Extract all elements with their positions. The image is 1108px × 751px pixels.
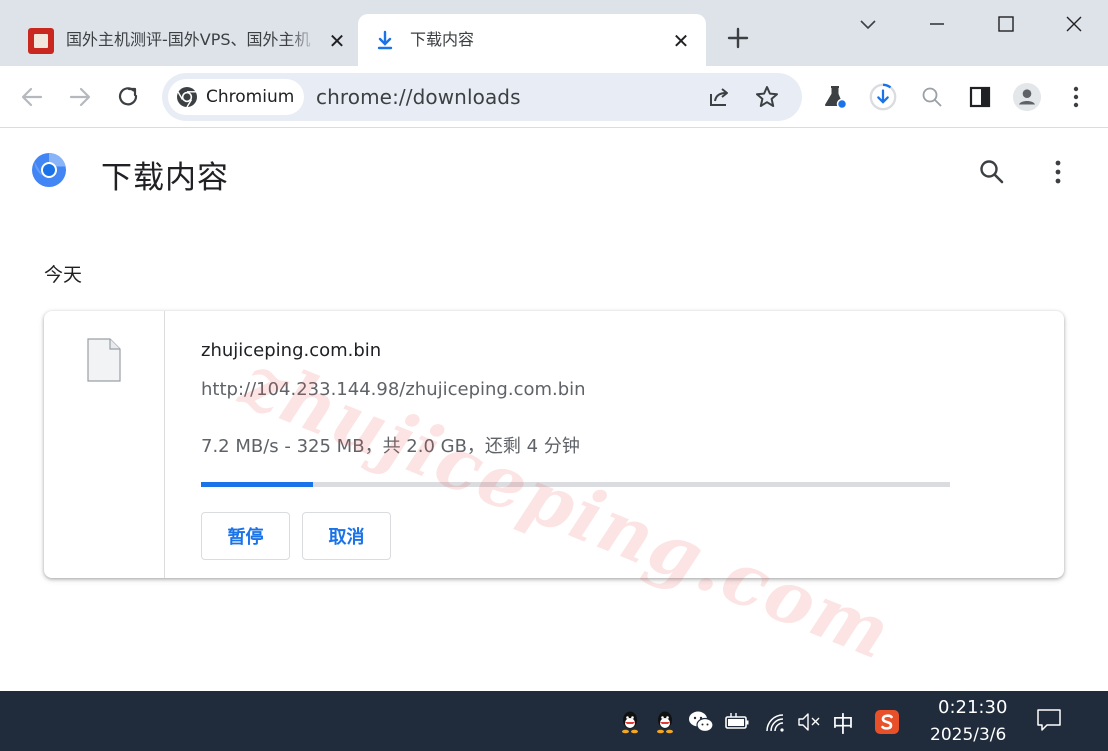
download-icon — [372, 28, 398, 54]
tab-title: 国外主机测评-国外VPS、国外主机 — [66, 30, 311, 49]
file-source-url[interactable]: http://104.233.144.98/zhujiceping.com.bi… — [201, 379, 586, 400]
tab-search-icon[interactable] — [846, 8, 890, 40]
menu-icon[interactable] — [1061, 82, 1091, 112]
tab-zhujiceping[interactable]: 国外主机测评-国外VPS、国外主机 ✕ — [14, 14, 354, 66]
file-icon — [87, 338, 121, 382]
side-panel-icon[interactable] — [965, 82, 995, 112]
volume-muted-icon[interactable] — [796, 709, 822, 735]
bookmark-star-icon[interactable] — [752, 82, 782, 112]
battery-icon[interactable] — [724, 709, 750, 735]
tab-close-icon[interactable]: ✕ — [326, 30, 348, 52]
search-downloads-icon[interactable] — [978, 158, 1006, 186]
chip-label: Chromium — [206, 87, 295, 107]
close-icon[interactable] — [1052, 8, 1096, 40]
maximize-icon[interactable] — [984, 8, 1028, 40]
download-progress-bar — [201, 482, 950, 487]
zoom-icon[interactable] — [917, 82, 947, 112]
labs-icon[interactable] — [820, 82, 850, 112]
wifi-icon[interactable] — [762, 709, 788, 735]
download-progress-fill — [201, 482, 314, 487]
reload-icon[interactable] — [113, 82, 143, 112]
file-name-link[interactable]: zhujiceping.com.bin — [201, 340, 381, 361]
new-tab-button[interactable] — [722, 24, 754, 56]
tab-close-icon[interactable]: ✕ — [670, 30, 692, 52]
tab-downloads[interactable]: 下载内容 ✕ — [358, 14, 706, 66]
taskbar: 中 0:21:30 2025/3/6 — [0, 691, 1108, 751]
date-section-heading: 今天 — [44, 264, 83, 286]
profile-avatar-icon[interactable] — [1012, 82, 1042, 112]
download-progress-icon[interactable] — [868, 82, 898, 112]
ime-mode-indicator[interactable]: 中 — [832, 707, 854, 739]
sogou-ime-icon[interactable] — [874, 709, 900, 735]
download-status: 7.2 MB/s - 325 MB，共 2.0 GB，还剩 4 分钟 — [201, 436, 580, 457]
downloads-header: 下载内容 — [0, 128, 1108, 214]
notification-icon[interactable] — [1036, 707, 1062, 733]
chromium-logo-icon — [32, 152, 66, 187]
qq-icon[interactable] — [617, 709, 643, 735]
more-actions-icon[interactable] — [1046, 158, 1070, 186]
omnibox[interactable]: Chromium chrome://downloads — [162, 73, 802, 121]
clock-date[interactable]: 2025/3/6 — [930, 725, 1006, 745]
cancel-button[interactable]: 取消 — [302, 512, 391, 560]
site-info-chip[interactable]: Chromium — [168, 79, 304, 115]
chromium-logo-icon — [177, 87, 197, 108]
qq-icon[interactable] — [652, 709, 678, 735]
minimize-icon[interactable] — [915, 8, 959, 40]
url-text[interactable]: chrome://downloads — [316, 85, 521, 109]
download-item: zhujiceping.com.bin http://104.233.144.9… — [44, 311, 1064, 578]
share-icon[interactable] — [704, 82, 734, 112]
forward-icon[interactable] — [65, 82, 95, 112]
card-divider — [164, 311, 165, 578]
page-title: 下载内容 — [101, 160, 229, 196]
tab-title: 下载内容 — [410, 30, 475, 49]
pause-button[interactable]: 暂停 — [201, 512, 290, 560]
toolbar: Chromium chrome://downloads — [0, 66, 1108, 128]
clock-time[interactable]: 0:21:30 — [938, 697, 1007, 718]
back-icon[interactable] — [17, 82, 47, 112]
wechat-icon[interactable] — [688, 709, 714, 735]
site-seal-favicon-icon — [28, 28, 54, 54]
tab-strip: 国外主机测评-国外VPS、国外主机 ✕ 下载内容 ✕ — [0, 0, 1108, 66]
